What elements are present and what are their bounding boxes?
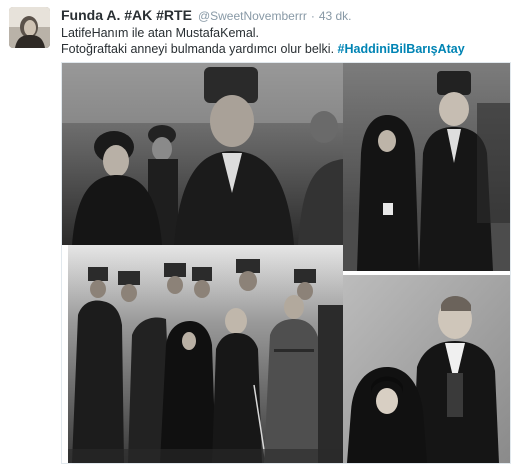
separator-dot: · (310, 9, 315, 23)
tweet-text-line-1: LatifeHanım ile atan MustafaKemal. (61, 26, 260, 40)
tweet-text-line-2: Fotoğraftaki anneyi bulmanda yardımcı ol… (61, 41, 511, 57)
photo-top-right[interactable] (343, 63, 510, 271)
timestamp[interactable]: 43 dk. (319, 9, 352, 23)
media-collage[interactable] (61, 62, 511, 464)
hashtag-link[interactable]: #HaddiniBilBarışAtay (338, 42, 465, 56)
avatar[interactable] (9, 7, 50, 48)
tweet-header: Funda A. #AK #RTE @SweetNovemberrr · 43 … (61, 7, 352, 23)
photo-bottom-left[interactable] (68, 245, 343, 463)
photo-bottom-right[interactable] (343, 275, 510, 463)
tweet: Funda A. #AK #RTE @SweetNovemberrr · 43 … (0, 0, 521, 468)
profile-photo-icon (9, 7, 50, 48)
username[interactable]: @SweetNovemberrr (198, 9, 307, 23)
photo-top-left[interactable] (62, 63, 343, 245)
tweet-text: LatifeHanım ile atan MustafaKemal. Fotoğ… (61, 25, 511, 57)
display-name[interactable]: Funda A. #AK #RTE (61, 7, 192, 23)
tweet-text-line-2-body: Fotoğraftaki anneyi bulmanda yardımcı ol… (61, 42, 335, 56)
